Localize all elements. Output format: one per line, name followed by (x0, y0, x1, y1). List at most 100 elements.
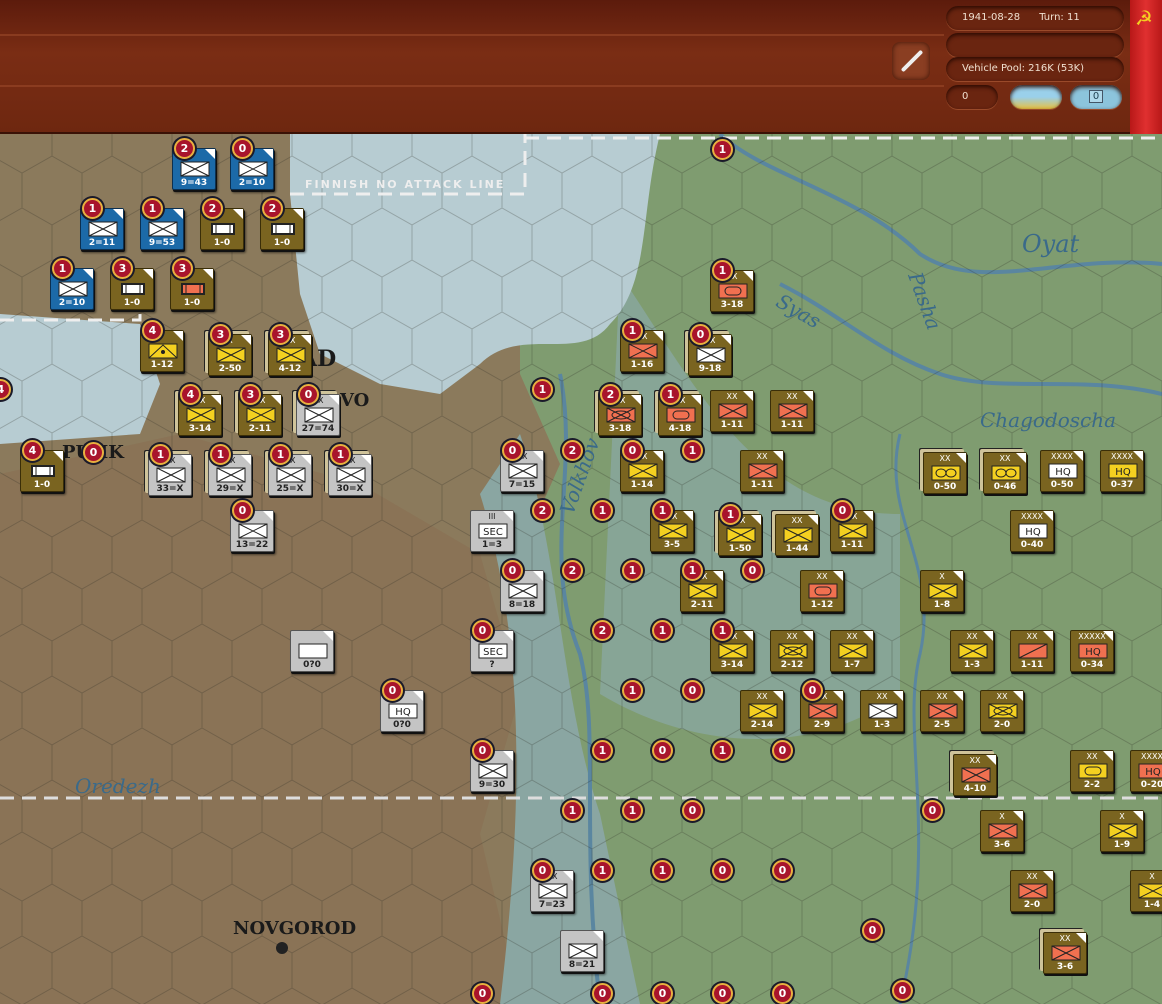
echelon: XX (786, 632, 798, 641)
unit-counter[interactable]: XX 2-2 (1070, 750, 1114, 792)
unit-counter[interactable]: XX 1-3 (950, 630, 994, 672)
zoc-marker[interactable]: 1 (592, 740, 613, 761)
unit-counter[interactable]: XX 1-11 (740, 450, 784, 492)
zoc-marker[interactable]: 0 (862, 920, 883, 941)
unit-type-inf-icon (748, 463, 778, 479)
unit-counter[interactable]: XXXXX HQ 0-34 (1070, 630, 1114, 672)
zoc-marker[interactable]: 1 (622, 680, 643, 701)
unit-counter[interactable]: XX 0-50 (923, 452, 967, 494)
unit-counter[interactable]: XX 1-44 (775, 514, 819, 556)
zoc-marker[interactable]: 0 (83, 442, 104, 463)
unit-strength: 0?0 (393, 720, 411, 730)
zoc-marker[interactable]: 1 (652, 860, 673, 881)
unit-type-inf-icon (658, 523, 688, 539)
unit-type-inf-icon (336, 467, 366, 483)
unit-strength: 1-0 (33, 480, 51, 490)
unit-counter[interactable]: X 1-8 (920, 570, 964, 612)
zoc-marker[interactable]: 2 (592, 620, 613, 641)
zoc-marker[interactable]: 0 (772, 740, 793, 761)
unit-counter[interactable]: XXXX HQ 0-40 (1010, 510, 1054, 552)
unit-strength: 2-0 (993, 720, 1011, 730)
unit-type-inf-icon (718, 643, 748, 659)
unit-badge: 1 (142, 198, 163, 219)
zoc-marker[interactable]: 0 (742, 560, 763, 581)
zoc-marker[interactable]: 1 (682, 440, 703, 461)
zoc-marker[interactable]: 1 (712, 139, 733, 160)
unit-badge: 3 (210, 324, 231, 345)
unit-counter[interactable]: XX 1-11 (1010, 630, 1054, 672)
unit-strength: 25=X (276, 484, 304, 494)
zoc-marker[interactable]: 1 (622, 800, 643, 821)
unit-strength: 1-16 (630, 360, 654, 370)
zoc-marker[interactable]: 0 (682, 680, 703, 701)
echelon: XX (756, 692, 768, 701)
unit-badge: 2 (600, 384, 621, 405)
zoc-marker[interactable]: 1 (592, 860, 613, 881)
unit-counter[interactable]: XX 2-14 (740, 690, 784, 732)
unit-type-art-icon (148, 343, 178, 359)
hex-map[interactable]: FINNISH NO ATTACK LINE AD VO PUHK NOVGOR… (0, 134, 1162, 1004)
unit-counter[interactable]: X 3-6 (980, 810, 1024, 852)
zoc-marker[interactable]: 2 (532, 500, 553, 521)
unit-counter[interactable]: XX 1-11 (710, 390, 754, 432)
unit-strength: 1-0 (183, 298, 201, 308)
unit-counter[interactable]: XX 4-10 (953, 754, 997, 796)
unit-counter[interactable]: XXXX HQ 0-37 (1100, 450, 1144, 492)
zoc-marker[interactable]: 2 (562, 560, 583, 581)
draw-tool-button[interactable] (892, 42, 930, 80)
zoc-marker[interactable]: 0 (472, 983, 493, 1004)
river-label-oyat: Oyat (1022, 230, 1080, 258)
zoc-marker[interactable]: 0 (892, 980, 913, 1001)
unit-strength: 1-9 (1113, 840, 1131, 850)
unit-counter[interactable]: 8=21 (560, 930, 604, 972)
divider (0, 85, 944, 87)
unit-counter[interactable]: XX 0-46 (983, 452, 1027, 494)
echelon: XX (966, 632, 978, 641)
zoc-marker[interactable]: 0 (712, 860, 733, 881)
unit-badge: 0 (502, 560, 523, 581)
unit-strength: 9=43 (180, 178, 208, 188)
zoc-marker[interactable]: 0 (682, 800, 703, 821)
unit-counter[interactable]: XXXX HQ 0-50 (1040, 450, 1084, 492)
weather-icon[interactable] (1010, 85, 1062, 109)
zoc-marker[interactable]: 1 (712, 740, 733, 761)
unit-strength: 30=X (336, 484, 364, 494)
unit-counter[interactable]: XX 1-3 (860, 690, 904, 732)
unit-strength: 2-5 (933, 720, 951, 730)
toggle-button[interactable]: 0 (1070, 85, 1122, 109)
unit-type-fort-icon (181, 283, 205, 295)
zoc-marker[interactable]: 0 (652, 740, 673, 761)
unit-counter[interactable]: XX 3-6 (1043, 932, 1087, 974)
zoc-marker[interactable]: 2 (562, 440, 583, 461)
zoc-marker[interactable]: 1 (592, 500, 613, 521)
unit-badge: 4 (142, 320, 163, 341)
zoc-marker[interactable]: 1 (622, 560, 643, 581)
unit-counter[interactable]: XX 1-7 (830, 630, 874, 672)
zoc-marker[interactable]: 1 (562, 800, 583, 821)
echelon: III (488, 512, 496, 521)
unit-type-inf-icon (508, 463, 538, 479)
zoc-marker[interactable]: 0 (652, 983, 673, 1004)
unit-type-arm-icon (666, 407, 696, 423)
zoc-marker[interactable]: 1 (652, 620, 673, 641)
unit-counter[interactable]: III SEC 1=3 (470, 510, 514, 552)
zoc-marker[interactable]: 0 (922, 800, 943, 821)
unit-counter[interactable]: 0?0 (290, 630, 334, 672)
unit-counter[interactable]: XX 2-0 (980, 690, 1024, 732)
zoc-marker[interactable]: 1 (532, 379, 553, 400)
unit-strength: 1-4 (1143, 900, 1161, 910)
unit-counter[interactable]: X 1-4 (1130, 870, 1162, 912)
toggle-value: 0 (1088, 90, 1104, 103)
unit-counter[interactable]: XX 2-0 (1010, 870, 1054, 912)
unit-type-inf-icon (1018, 883, 1048, 899)
zoc-marker[interactable]: 0 (592, 983, 613, 1004)
zoc-marker[interactable]: 0 (772, 860, 793, 881)
zoc-marker[interactable]: 0 (712, 983, 733, 1004)
unit-counter[interactable]: XX 1-12 (800, 570, 844, 612)
unit-counter[interactable]: X 1-9 (1100, 810, 1144, 852)
unit-counter[interactable]: XX 2-12 (770, 630, 814, 672)
unit-counter[interactable]: XX 1-11 (770, 390, 814, 432)
zoc-marker[interactable]: 0 (772, 983, 793, 1004)
unit-counter[interactable]: XX 2-5 (920, 690, 964, 732)
unit-counter[interactable]: XXXX HQ 0-20 (1130, 750, 1162, 792)
